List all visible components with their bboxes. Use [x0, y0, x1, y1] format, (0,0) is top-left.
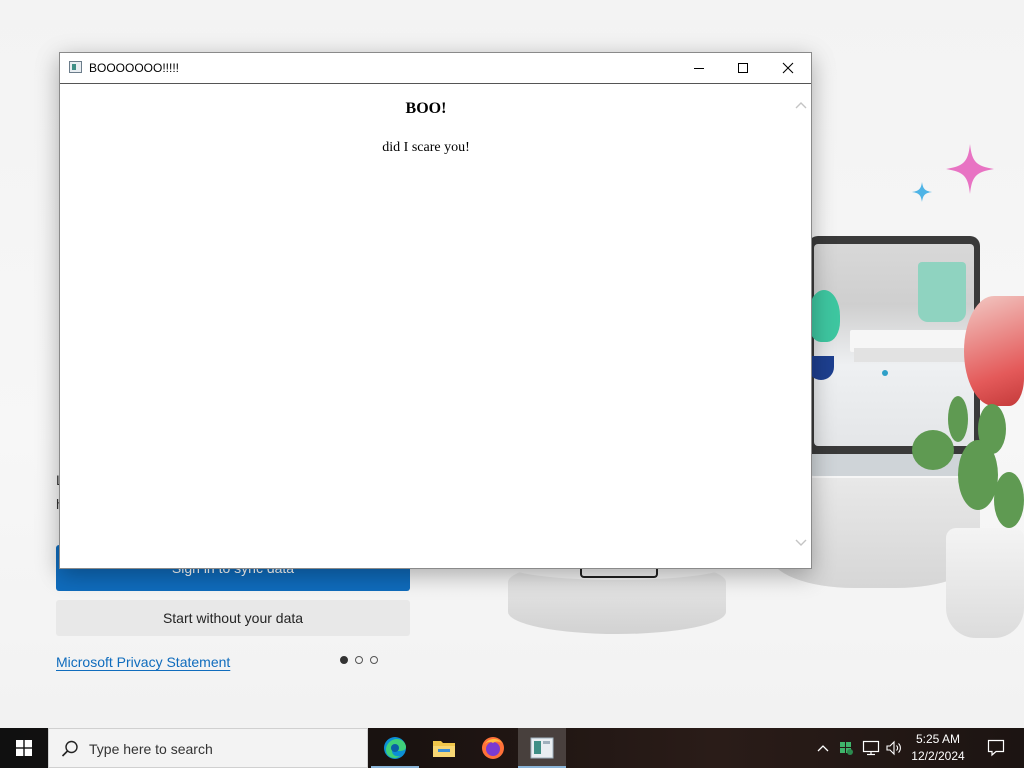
start-without-data-button[interactable]: Start without your data	[56, 600, 410, 636]
clock-time: 5:25 AM	[915, 732, 961, 746]
popup-window[interactable]: BOOOOOOO!!!!! BOO! did I scare you!	[59, 52, 812, 569]
scare-message: did I scare you!	[382, 140, 470, 155]
firefox-taskbar-button[interactable]	[469, 728, 517, 768]
popup-content: BOO! did I scare you!	[61, 84, 791, 568]
network-icon	[862, 740, 880, 756]
volume-tray-button[interactable]	[884, 728, 904, 768]
minimize-icon	[694, 68, 704, 69]
blue-sparkle-icon	[912, 182, 932, 202]
cactus-pad	[978, 404, 1006, 454]
scroll-up-arrow[interactable]	[794, 98, 808, 112]
search-placeholder: Type here to search	[89, 741, 213, 757]
boo-heading: BOO!	[405, 100, 447, 117]
chevron-up-icon	[817, 745, 829, 752]
taskbar-clock[interactable]: 5:25 AM 12/2/2024	[904, 731, 972, 765]
pink-sparkle-icon	[946, 144, 994, 194]
windows-security-icon	[840, 742, 853, 755]
start-button[interactable]	[0, 728, 48, 768]
title-bar[interactable]: BOOOOOOO!!!!!	[60, 53, 811, 84]
app-icon[interactable]	[69, 61, 82, 73]
notification-center-button[interactable]	[976, 728, 1016, 768]
speaker-icon	[886, 740, 901, 756]
cactus-pad	[948, 396, 968, 442]
vertical-scrollbar[interactable]	[792, 84, 810, 568]
privacy-statement-link[interactable]: Microsoft Privacy Statement	[56, 654, 230, 670]
popup-app-taskbar-button[interactable]	[518, 728, 566, 768]
firefox-icon	[482, 737, 504, 759]
close-icon	[782, 62, 794, 74]
window-title: BOOOOOOO!!!!!	[89, 61, 180, 75]
chevron-down-icon	[795, 539, 807, 546]
edge-taskbar-button[interactable]	[371, 728, 419, 768]
network-tray-button[interactable]	[860, 728, 882, 768]
laptop-base	[806, 454, 982, 476]
red-cone-shape	[964, 296, 1024, 406]
security-tray-button[interactable]	[836, 728, 856, 768]
cactus-pad	[912, 430, 954, 470]
desktop-screen: L h Sign in to sync data Start without y…	[0, 0, 1024, 768]
taskbar: Type here to search 5:25 AM 12/2/2024	[0, 728, 1024, 768]
start-without-data-label: Start without your data	[162, 610, 304, 626]
close-button[interactable]	[765, 53, 811, 83]
carousel-dot-1[interactable]	[340, 656, 348, 664]
notification-icon	[987, 739, 1005, 757]
search-icon	[61, 740, 78, 757]
taskbar-search-box[interactable]: Type here to search	[48, 728, 368, 768]
minimize-button[interactable]	[676, 53, 722, 83]
maximize-icon	[738, 63, 748, 73]
edge-icon	[384, 737, 406, 759]
popup-app-icon	[530, 737, 554, 759]
cactus-pot	[946, 528, 1024, 638]
maximize-button[interactable]	[720, 53, 766, 83]
windows-logo-icon	[16, 740, 32, 756]
carousel-dots	[340, 656, 378, 664]
scroll-down-arrow[interactable]	[794, 536, 808, 550]
file-explorer-taskbar-button[interactable]	[420, 728, 468, 768]
cactus-pad	[994, 472, 1024, 528]
carousel-dot-2[interactable]	[355, 656, 363, 664]
file-explorer-icon	[433, 741, 455, 757]
clock-date: 12/2/2024	[911, 749, 965, 763]
chevron-up-icon	[795, 102, 807, 109]
show-hidden-icons-button[interactable]	[812, 728, 834, 768]
teal-shape	[808, 290, 840, 342]
plant-pot-image	[918, 262, 966, 322]
carousel-dot-3[interactable]	[370, 656, 378, 664]
